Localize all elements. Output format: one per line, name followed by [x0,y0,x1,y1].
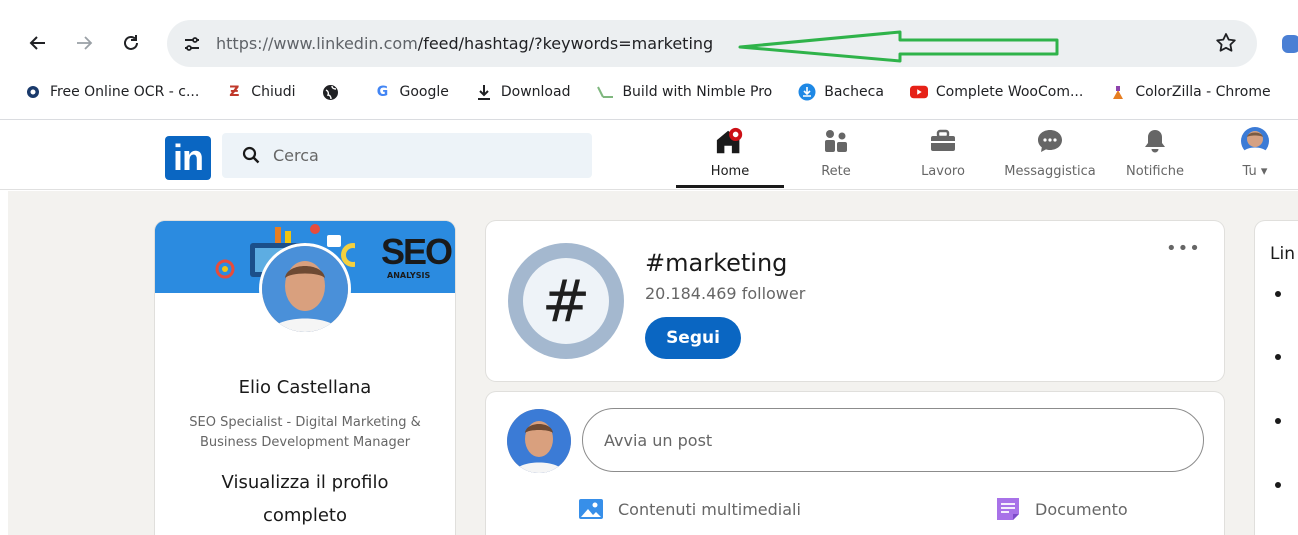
bookmark-label: ColorZilla - Chrome [1135,84,1271,100]
bookmark-label: Build with Nimble Pro [622,84,773,100]
bookmark-star-icon[interactable] [1214,31,1238,55]
nav-network[interactable]: Rete [800,126,872,188]
profile-avatar[interactable] [259,243,351,335]
hashtag-card: # #marketing 20.184.469 follower Segui •… [486,221,1224,381]
nav-label: Home [710,164,750,179]
colorzilla-icon [1109,83,1127,101]
image-icon [579,499,603,519]
nav-label: Notifiche [1126,164,1184,179]
youtube-icon [909,83,928,101]
view-profile-link[interactable]: Visualizza il profilo completo [195,466,415,532]
cover-subtitle: ANALYSIS [387,271,431,280]
cover-title: SEO [381,231,453,272]
chiudi-icon: Ƶ [229,84,240,100]
list-bullet [1275,418,1281,424]
list-bullet [1275,482,1281,488]
bookmark-label: Download [500,84,571,100]
forward-button[interactable] [68,27,100,59]
extension-icon[interactable] [1280,33,1298,55]
profile-headline: SEO Specialist - Digital Marketing & Bus… [189,415,421,450]
nav-label: Messaggistica [1004,164,1096,179]
bookmark-ocr[interactable]: Free Online OCR - c... [24,78,199,106]
back-button[interactable] [22,27,54,59]
nimble-icon [596,83,614,101]
nav-jobs[interactable]: Lavoro [905,126,981,188]
bookmark-label: Bacheca [824,84,884,100]
reload-button[interactable] [115,27,147,59]
bookmark-colorzilla[interactable]: ColorZilla - Chrome [1109,78,1271,106]
nav-home[interactable]: Home [690,126,770,188]
bookmark-woocommerce[interactable]: Complete WooCom... [909,78,1084,106]
media-label: Contenuti multimediali [618,499,801,519]
arrow-left-icon [29,36,45,50]
bookmark-download[interactable]: Download [475,78,571,106]
media-button[interactable]: Contenuti multimediali [578,496,801,522]
search-box[interactable] [222,133,592,178]
profile-name[interactable]: Elio Castellana [155,377,455,398]
bookmark-bacheca[interactable]: Bacheca [798,78,884,106]
linkedin-logo[interactable]: in [165,136,211,180]
search-input[interactable] [273,133,573,178]
arrow-right-icon [77,36,93,50]
right-sidebar-card: Lin [1255,221,1298,535]
nav-messaging[interactable]: Messaggistica [998,126,1102,188]
google-icon: G [376,84,389,100]
follow-button[interactable]: Segui [645,317,741,359]
list-bullet [1275,291,1281,297]
bookmark-label: Complete WooCom... [935,84,1084,100]
list-bullet [1275,354,1281,360]
globe-icon [321,83,339,101]
linkedin-header: in Home Rete Lavoro Messaggistica Notifi… [0,120,1298,190]
nav-label: Rete [821,164,851,179]
active-tab-indicator [676,185,784,188]
post-composer: Avvia un post Contenuti multimediali Doc… [486,392,1224,535]
reload-icon [124,35,138,50]
hashtag-title: #marketing [645,249,788,277]
nav-label: Lavoro [921,164,965,179]
site-info-icon[interactable] [177,29,207,59]
bookmark-label: Chiudi [251,84,296,100]
right-sidebar-title: Lin [1270,244,1295,264]
hashtag-icon: # [508,243,624,359]
start-post-placeholder: Avvia un post [604,431,713,450]
download-icon [475,83,493,101]
address-bar[interactable]: https://www.linkedin.com/feed/hashtag/?k… [167,20,1257,67]
document-button[interactable]: Documento [995,496,1128,522]
bookmark-google[interactable]: G Google [373,78,449,106]
ocr-icon [24,83,42,101]
bacheca-icon [798,83,816,101]
avatar [1240,126,1270,156]
start-post-input[interactable]: Avvia un post [582,408,1204,472]
browser-toolbar: https://www.linkedin.com/feed/hashtag/?k… [0,0,1298,120]
bell-icon [1140,126,1170,156]
network-icon [821,126,851,156]
home-icon [715,126,745,156]
nav-label: Tu ▾ [1242,164,1268,179]
document-label: Documento [1035,499,1128,519]
annotation-arrow [738,30,1059,63]
url-text[interactable]: https://www.linkedin.com/feed/hashtag/?k… [216,34,713,53]
nav-notifications[interactable]: Notifiche [1116,126,1194,188]
bookmark-label: Free Online OCR - c... [50,84,200,100]
hashtag-symbol: # [523,258,609,344]
document-icon [997,498,1019,520]
bookmark-nimble[interactable]: Build with Nimble Pro [596,78,772,106]
bookmark-chiudi[interactable]: Ƶ Chiudi [225,78,295,106]
briefcase-icon [928,126,958,156]
profile-card: SEO ANALYSIS Elio Castellana SEO Special… [155,221,455,535]
bookmarks-bar: Free Online OCR - c... Ƶ Chiudi G Google… [0,72,1298,112]
search-icon [242,146,260,164]
more-options-button[interactable]: ••• [1166,240,1200,263]
nav-me[interactable]: Tu ▾ [1230,126,1280,188]
composer-avatar[interactable] [507,409,571,473]
messaging-icon [1035,126,1065,156]
bookmark-globe[interactable] [321,78,347,106]
hashtag-followers: 20.184.469 follower [645,284,806,303]
bookmark-label: Google [399,84,449,100]
